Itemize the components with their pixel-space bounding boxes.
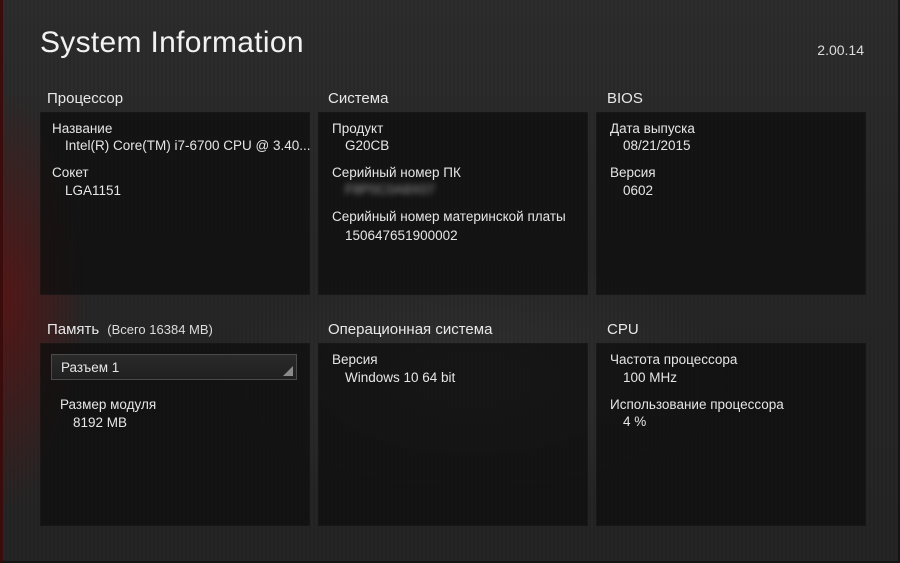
memory-slot-selected: Разъем 1 (61, 360, 120, 375)
cpu-usage-label: Использование процессора (610, 397, 784, 412)
motherboard-serial-value: 150647651900002 (345, 228, 458, 243)
memory-total: (Всего 16384 MB) (107, 322, 213, 337)
system-panel: Продукт G20CB Серийный номер ПК F8P0C0A8… (318, 112, 588, 295)
bios-version-value: 0602 (623, 183, 654, 198)
system-information-window: System Information 2.00.14 Процессор Наз… (0, 0, 900, 563)
os-section-title: Операционная система (328, 321, 493, 338)
bios-panel: Дата выпуска 08/21/2015 Версия 0602 (596, 112, 866, 295)
product-label: Продукт (332, 121, 384, 136)
pc-serial-label: Серийный номер ПК (332, 165, 461, 180)
processor-socket-label: Сокет (52, 165, 89, 180)
processor-name-value: Intel(R) Core(TM) i7-6700 CPU @ 3.40... (65, 138, 311, 153)
memory-slot-dropdown[interactable]: Разъем 1 (51, 354, 297, 380)
product-value: G20CB (345, 138, 390, 153)
pc-serial-value: F8P0C0A8X07 (345, 182, 436, 197)
memory-title: Память (47, 321, 100, 338)
module-size-value: 8192 MB (73, 415, 128, 430)
memory-section-title: Память (Всего 16384 MB) (47, 321, 213, 338)
memory-panel: Разъем 1 Размер модуля 8192 MB (40, 343, 310, 526)
bios-section-title: BIOS (607, 90, 643, 107)
processor-section-title: Процессор (47, 90, 124, 107)
os-version-label: Версия (332, 352, 378, 367)
cpu-panel: Частота процессора 100 MHz Использование… (596, 343, 866, 526)
cpu-usage-value: 4 % (623, 414, 647, 429)
dropdown-corner-icon (283, 366, 293, 376)
os-version-value: Windows 10 64 bit (345, 370, 456, 385)
processor-socket-value: LGA1151 (65, 183, 122, 198)
cpu-section-title: CPU (607, 321, 639, 338)
page-title: System Information (40, 26, 304, 59)
cpu-frequency-label: Частота процессора (610, 352, 738, 367)
version-label: 2.00.14 (817, 42, 864, 58)
system-section-title: Система (328, 90, 389, 107)
module-size-label: Размер модуля (60, 397, 157, 412)
processor-name-label: Название (52, 121, 113, 136)
bios-release-date-label: Дата выпуска (610, 121, 695, 136)
motherboard-serial-label: Серийный номер материнской платы (332, 209, 566, 224)
os-panel: Версия Windows 10 64 bit (318, 343, 588, 526)
processor-panel: Название Intel(R) Core(TM) i7-6700 CPU @… (40, 112, 311, 295)
bios-release-date-value: 08/21/2015 (623, 138, 691, 153)
bios-version-label: Версия (610, 165, 656, 180)
cpu-frequency-value: 100 MHz (623, 370, 678, 385)
